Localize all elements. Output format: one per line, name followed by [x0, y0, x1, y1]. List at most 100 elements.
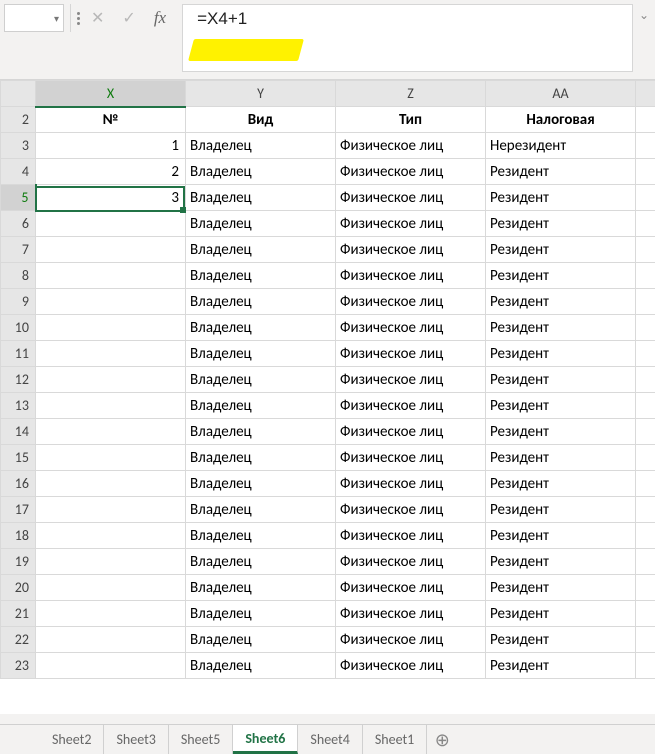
cell[interactable]: Владелец: [186, 549, 336, 575]
row-header[interactable]: 5: [1, 185, 36, 211]
column-header-Z[interactable]: Z: [336, 81, 486, 107]
cancel-icon[interactable]: ✕: [91, 8, 104, 28]
row-header[interactable]: 21: [1, 601, 36, 627]
cell[interactable]: Физическое лиц: [336, 653, 486, 679]
column-header-X[interactable]: X: [36, 81, 186, 107]
cell[interactable]: Резидент: [486, 211, 636, 237]
cell[interactable]: [36, 393, 186, 419]
cell[interactable]: Владелец: [186, 627, 336, 653]
cell[interactable]: Физическое лиц: [336, 367, 486, 393]
row-header[interactable]: 22: [1, 627, 36, 653]
cell[interactable]: Резидент: [486, 315, 636, 341]
cell[interactable]: Резидент: [486, 445, 636, 471]
cell[interactable]: Владелец: [186, 393, 336, 419]
cell[interactable]: [36, 445, 186, 471]
cell[interactable]: [36, 263, 186, 289]
fx-icon[interactable]: fx: [154, 8, 166, 28]
cell[interactable]: Тип: [336, 107, 486, 133]
cell[interactable]: Физическое лиц: [336, 627, 486, 653]
cell[interactable]: Физическое лиц: [336, 575, 486, 601]
cell[interactable]: Владелец: [186, 471, 336, 497]
cell[interactable]: [636, 133, 655, 159]
column-header-AA[interactable]: AA: [486, 81, 636, 107]
cell[interactable]: [36, 341, 186, 367]
cell[interactable]: [36, 315, 186, 341]
cell[interactable]: Владелец: [186, 211, 336, 237]
cell[interactable]: Резидент: [486, 341, 636, 367]
cell[interactable]: [36, 523, 186, 549]
cell[interactable]: Владелец: [186, 315, 336, 341]
row-header[interactable]: 12: [1, 367, 36, 393]
cell[interactable]: Резидент: [486, 263, 636, 289]
cell[interactable]: Физическое лиц: [336, 133, 486, 159]
cell[interactable]: 2: [36, 159, 186, 185]
cell[interactable]: Владелец: [186, 601, 336, 627]
cell[interactable]: [636, 159, 655, 185]
sheet-tab[interactable]: Sheet1: [363, 725, 427, 754]
cell[interactable]: Владелец: [186, 367, 336, 393]
cell[interactable]: Нерезидент: [486, 133, 636, 159]
cell[interactable]: [636, 263, 655, 289]
cell[interactable]: Владелец: [186, 263, 336, 289]
row-header[interactable]: 8: [1, 263, 36, 289]
cell[interactable]: Владелец: [186, 445, 336, 471]
sheet-tab[interactable]: Sheet6: [233, 725, 298, 754]
expand-formula-icon[interactable]: ⌄: [637, 4, 651, 72]
cell[interactable]: [36, 549, 186, 575]
cell[interactable]: Владелец: [186, 185, 336, 211]
cell[interactable]: Владелец: [186, 159, 336, 185]
row-header[interactable]: 17: [1, 497, 36, 523]
cell[interactable]: Резидент: [486, 653, 636, 679]
cell[interactable]: Резидент: [486, 627, 636, 653]
row-header[interactable]: 20: [1, 575, 36, 601]
row-header[interactable]: 15: [1, 445, 36, 471]
cell[interactable]: Физическое лиц: [336, 445, 486, 471]
cell[interactable]: Резидент: [486, 237, 636, 263]
spreadsheet-grid[interactable]: X Y Z AA 2№ВидТипНалоговая31ВладелецФизи…: [0, 80, 655, 714]
cell[interactable]: Физическое лиц: [336, 341, 486, 367]
cell[interactable]: Физическое лиц: [336, 471, 486, 497]
cell[interactable]: Физическое лиц: [336, 289, 486, 315]
sheet-tab[interactable]: Sheet5: [169, 725, 233, 754]
cell[interactable]: Владелец: [186, 237, 336, 263]
cell[interactable]: [36, 419, 186, 445]
row-header[interactable]: 16: [1, 471, 36, 497]
cell[interactable]: [636, 393, 655, 419]
name-box[interactable]: ▾: [4, 4, 64, 32]
cell[interactable]: Резидент: [486, 185, 636, 211]
row-header[interactable]: 23: [1, 653, 36, 679]
row-header[interactable]: 9: [1, 289, 36, 315]
cell[interactable]: [636, 445, 655, 471]
cell[interactable]: Резидент: [486, 393, 636, 419]
row-header[interactable]: 6: [1, 211, 36, 237]
cell[interactable]: Резидент: [486, 549, 636, 575]
cell[interactable]: Резидент: [486, 159, 636, 185]
cell[interactable]: Физическое лиц: [336, 549, 486, 575]
cell[interactable]: Владелец: [186, 289, 336, 315]
row-header[interactable]: 3: [1, 133, 36, 159]
cell[interactable]: [636, 367, 655, 393]
cell[interactable]: [36, 627, 186, 653]
select-all-corner[interactable]: [1, 81, 36, 107]
cell[interactable]: Владелец: [186, 575, 336, 601]
cell[interactable]: Резидент: [486, 575, 636, 601]
cell[interactable]: [636, 341, 655, 367]
row-header[interactable]: 19: [1, 549, 36, 575]
cell[interactable]: Владелец: [186, 419, 336, 445]
cell[interactable]: Физическое лиц: [336, 393, 486, 419]
cell[interactable]: 3: [36, 185, 186, 211]
row-header[interactable]: 10: [1, 315, 36, 341]
sheet-tab[interactable]: Sheet3: [104, 725, 168, 754]
cell[interactable]: Физическое лиц: [336, 263, 486, 289]
cell[interactable]: [36, 497, 186, 523]
cell[interactable]: Владелец: [186, 133, 336, 159]
row-header[interactable]: 11: [1, 341, 36, 367]
cell[interactable]: [636, 601, 655, 627]
cell[interactable]: [36, 601, 186, 627]
cell[interactable]: Резидент: [486, 419, 636, 445]
cell[interactable]: Физическое лиц: [336, 237, 486, 263]
cell[interactable]: [636, 315, 655, 341]
cell[interactable]: [636, 471, 655, 497]
row-header[interactable]: 2: [1, 107, 36, 133]
cell[interactable]: Физическое лиц: [336, 419, 486, 445]
